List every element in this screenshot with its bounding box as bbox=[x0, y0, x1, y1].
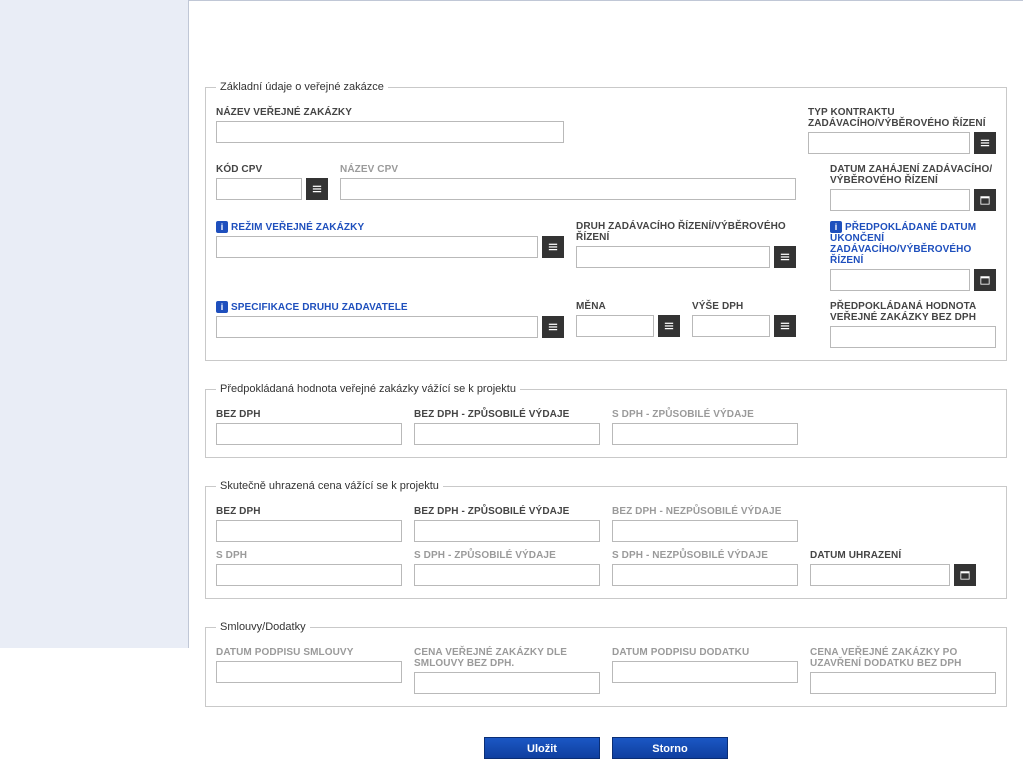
info-icon[interactable]: i bbox=[216, 221, 228, 233]
label-fs3-bez-dph: BEZ DPH bbox=[216, 506, 402, 517]
list-icon bbox=[548, 241, 558, 253]
save-button[interactable]: Uložit bbox=[484, 737, 600, 759]
calendar-icon bbox=[980, 274, 990, 286]
label-fs2-s-dph-zp: S DPH - ZPŮSOBILÉ VÝDAJE bbox=[612, 409, 798, 420]
label-datum-zahajeni: DATUM ZAHÁJENÍ ZADÁVACÍHO/ VÝBĚROVÉHO ŘÍ… bbox=[830, 164, 996, 186]
input-nazev-zakazky[interactable] bbox=[216, 121, 564, 143]
list-icon bbox=[664, 320, 674, 332]
input-datum-ukonceni[interactable] bbox=[830, 269, 970, 291]
label-fs2-bez-dph-zp: BEZ DPH - ZPŮSOBILÉ VÝDAJE bbox=[414, 409, 600, 420]
input-nazev-cpv[interactable] bbox=[340, 178, 796, 200]
label-spec-druhu: iSPECIFIKACE DRUHU ZADAVATELE bbox=[216, 301, 564, 313]
label-nazev-cpv: NÁZEV CPV bbox=[340, 164, 796, 175]
label-kod-cpv: KÓD CPV bbox=[216, 164, 328, 175]
label-rezim: iREŽIM VEŘEJNÉ ZAKÁZKY bbox=[216, 221, 564, 233]
info-icon[interactable]: i bbox=[216, 301, 228, 313]
label-hodnota-bez-dph: PŘEDPOKLÁDANÁ HODNOTA VEŘEJNÉ ZAKÁZKY BE… bbox=[830, 301, 996, 323]
list-icon bbox=[548, 321, 558, 333]
picker-kod-cpv[interactable] bbox=[306, 178, 328, 200]
input-mena[interactable] bbox=[576, 315, 654, 337]
legend-fs2: Předpokládaná hodnota veřejné zakázky vá… bbox=[216, 383, 520, 395]
list-icon bbox=[980, 137, 990, 149]
picker-vyse-dph[interactable] bbox=[774, 315, 796, 337]
datepicker-ukonceni[interactable] bbox=[974, 269, 996, 291]
label-cena-po-dod: CENA VEŘEJNÉ ZAKÁZKY PO UZAVŘENÍ DODATKU… bbox=[810, 647, 996, 669]
input-datum-podpisu-dod[interactable] bbox=[612, 661, 798, 683]
label-fs2-bez-dph: BEZ DPH bbox=[216, 409, 402, 420]
label-typ-kontraktu: TYP KONTRAKTU ZADÁVACÍHO/VÝBĚROVÉHO ŘÍZE… bbox=[808, 107, 996, 129]
picker-rezim[interactable] bbox=[542, 236, 564, 258]
datepicker-uhrazeni[interactable] bbox=[954, 564, 976, 586]
label-datum-ukonceni: iPŘEDPOKLÁDANÉ DATUM UKONČENÍ ZADÁVACÍHO… bbox=[830, 221, 996, 266]
picker-typ-kontraktu[interactable] bbox=[974, 132, 996, 154]
input-rezim[interactable] bbox=[216, 236, 538, 258]
label-fs3-s-dph: S DPH bbox=[216, 550, 402, 561]
label-fs3-s-dph-zp: S DPH - ZPŮSOBILÉ VÝDAJE bbox=[414, 550, 600, 561]
label-datum-podpisu-dod: DATUM PODPISU DODATKU bbox=[612, 647, 798, 658]
label-druh-rizeni: DRUH ZADÁVACÍHO ŘÍZENÍ/VÝBĚROVÉHO ŘÍZENÍ bbox=[576, 221, 796, 243]
main-content: Základní údaje o veřejné zakázce NÁZEV V… bbox=[189, 0, 1023, 648]
input-fs3-bez-dph-zp[interactable] bbox=[414, 520, 600, 542]
input-hodnota-bez-dph[interactable] bbox=[830, 326, 996, 348]
fieldset-skutecne-uhrazena: Skutečně uhrazená cena vážící se k proje… bbox=[205, 480, 1007, 599]
input-kod-cpv[interactable] bbox=[216, 178, 302, 200]
cancel-button[interactable]: Storno bbox=[612, 737, 728, 759]
calendar-icon bbox=[980, 194, 990, 206]
label-datum-podpisu-sml: DATUM PODPISU SMLOUVY bbox=[216, 647, 402, 658]
input-typ-kontraktu[interactable] bbox=[808, 132, 970, 154]
input-datum-uhrazeni[interactable] bbox=[810, 564, 950, 586]
picker-mena[interactable] bbox=[658, 315, 680, 337]
sidebar bbox=[0, 0, 189, 648]
info-icon[interactable]: i bbox=[830, 221, 842, 233]
label-fs3-bez-dph-zp: BEZ DPH - ZPŮSOBILÉ VÝDAJE bbox=[414, 506, 600, 517]
input-fs2-bez-dph-zp[interactable] bbox=[414, 423, 600, 445]
input-cena-po-dod[interactable] bbox=[810, 672, 996, 694]
label-nazev-zakazky: NÁZEV VEŘEJNÉ ZAKÁZKY bbox=[216, 107, 564, 118]
label-vyse-dph: VÝŠE DPH bbox=[692, 301, 796, 312]
input-fs3-s-dph-zp[interactable] bbox=[414, 564, 600, 586]
list-icon bbox=[780, 320, 790, 332]
picker-druh-rizeni[interactable] bbox=[774, 246, 796, 268]
input-fs3-s-dph-nzp[interactable] bbox=[612, 564, 798, 586]
input-fs2-bez-dph[interactable] bbox=[216, 423, 402, 445]
fieldset-smlouvy-dodatky: Smlouvy/Dodatky DATUM PODPISU SMLOUVY CE… bbox=[205, 621, 1007, 707]
legend-fs4: Smlouvy/Dodatky bbox=[216, 621, 310, 633]
input-fs3-s-dph[interactable] bbox=[216, 564, 402, 586]
picker-spec-druhu[interactable] bbox=[542, 316, 564, 338]
fieldset-basic-info: Základní údaje o veřejné zakázce NÁZEV V… bbox=[205, 81, 1007, 361]
input-fs3-bez-dph[interactable] bbox=[216, 520, 402, 542]
list-icon bbox=[780, 251, 790, 263]
list-icon bbox=[312, 183, 322, 195]
label-cena-dle-sml: CENA VEŘEJNÉ ZAKÁZKY DLE SMLOUVY BEZ DPH… bbox=[414, 647, 600, 669]
input-datum-podpisu-sml[interactable] bbox=[216, 661, 402, 683]
input-druh-rizeni[interactable] bbox=[576, 246, 770, 268]
input-cena-dle-sml[interactable] bbox=[414, 672, 600, 694]
datepicker-zahajeni[interactable] bbox=[974, 189, 996, 211]
input-spec-druhu[interactable] bbox=[216, 316, 538, 338]
label-datum-uhrazeni: DATUM UHRAZENÍ bbox=[810, 550, 976, 561]
input-fs3-bez-dph-nzp[interactable] bbox=[612, 520, 798, 542]
label-fs3-bez-dph-nzp: BEZ DPH - NEZPŮSOBILÉ VÝDAJE bbox=[612, 506, 798, 517]
input-vyse-dph[interactable] bbox=[692, 315, 770, 337]
calendar-icon bbox=[960, 569, 970, 581]
legend-basic: Základní údaje o veřejné zakázce bbox=[216, 81, 388, 93]
label-fs3-s-dph-nzp: S DPH - NEZPŮSOBILÉ VÝDAJE bbox=[612, 550, 798, 561]
input-datum-zahajeni[interactable] bbox=[830, 189, 970, 211]
button-bar: Uložit Storno bbox=[205, 729, 1007, 773]
legend-fs3: Skutečně uhrazená cena vážící se k proje… bbox=[216, 480, 443, 492]
fieldset-predpokladana-hodnota: Předpokládaná hodnota veřejné zakázky vá… bbox=[205, 383, 1007, 458]
label-mena: MĚNA bbox=[576, 301, 680, 312]
input-fs2-s-dph-zp[interactable] bbox=[612, 423, 798, 445]
